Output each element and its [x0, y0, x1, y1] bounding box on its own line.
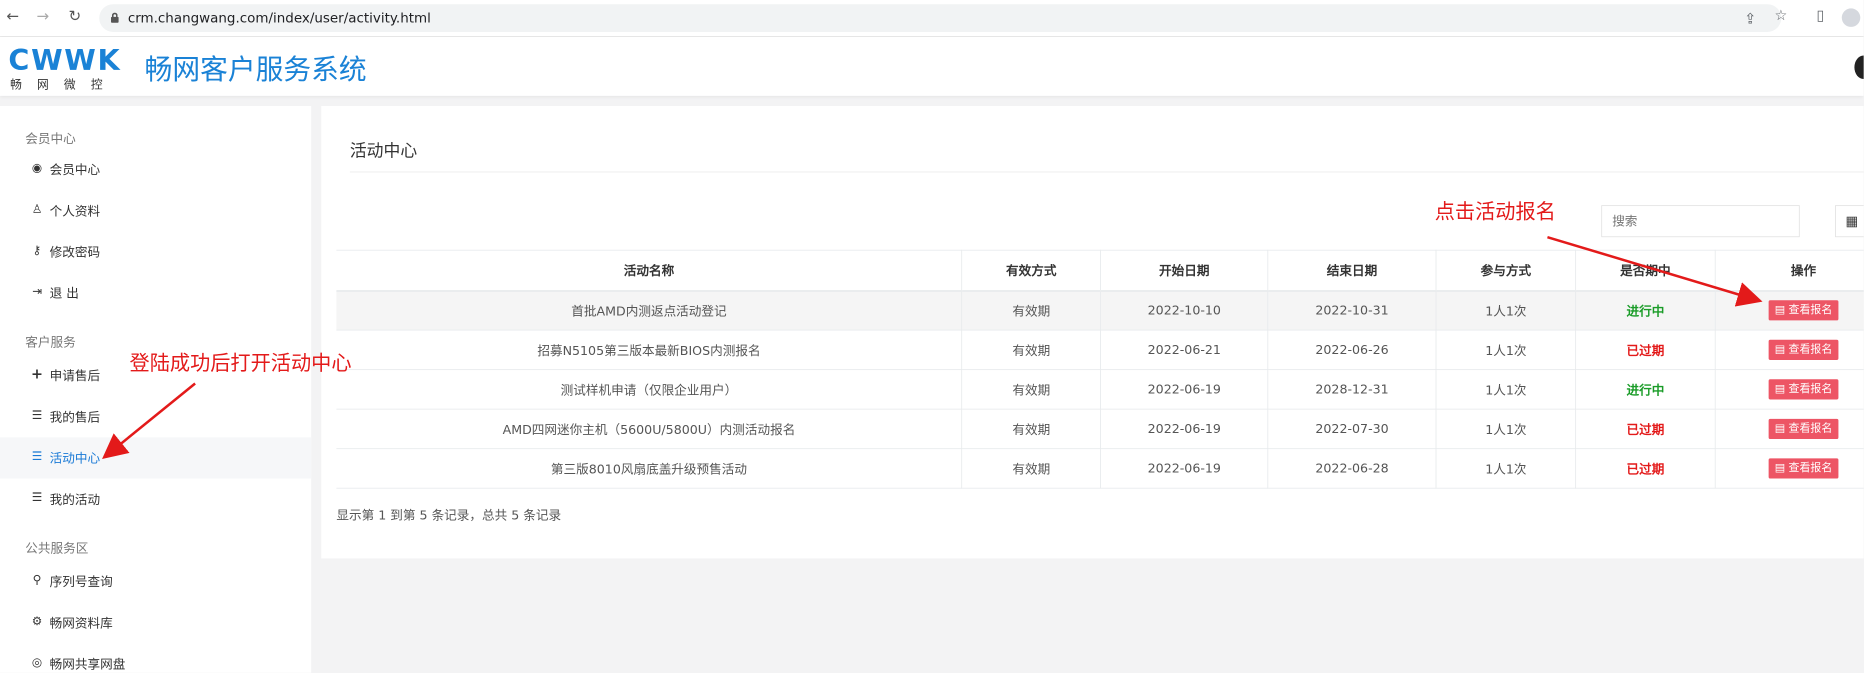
- annotation-arrows: [102, 235, 1763, 460]
- arrow-to-activity-center: [102, 382, 196, 460]
- arrow-to-view-signup: [1547, 235, 1763, 307]
